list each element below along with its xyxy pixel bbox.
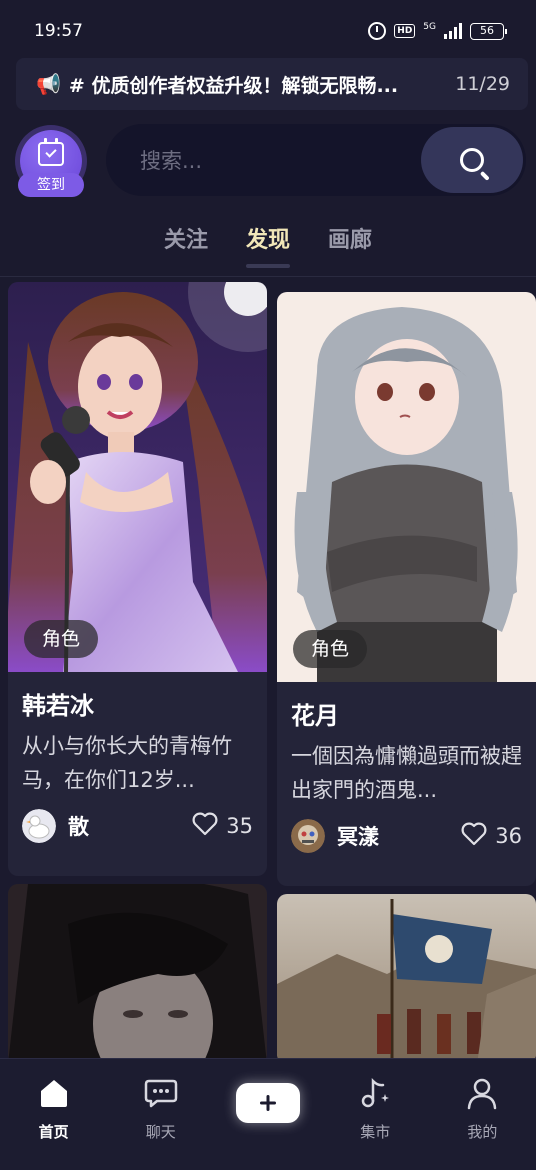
card-footer: 冥漾 36 (277, 819, 536, 853)
character-card[interactable] (8, 884, 267, 1064)
card-title: 韩若冰 (22, 692, 94, 720)
nav-market[interactable]: 集市 (322, 1059, 429, 1170)
card-image[interactable]: 角色 (8, 282, 267, 672)
announcement-banner[interactable]: 📢 # 优质创作者权益升级！解锁无限畅... 11/29 (16, 58, 528, 110)
status-bar: 19:57 HD 5G 56 (0, 0, 536, 62)
tab-divider (0, 276, 536, 277)
avatar[interactable] (22, 809, 56, 843)
search-bar[interactable]: 搜索... (106, 124, 526, 196)
music-note-icon (358, 1075, 392, 1111)
chat-icon (144, 1075, 178, 1111)
hd-badge: HD (394, 24, 416, 38)
tab-bar: 关注 发现 画廊 (0, 222, 536, 272)
card-description: 从小与你长大的青梅竹马，在你们12岁... (22, 734, 232, 792)
like-count: 36 (495, 824, 522, 848)
card-description: 一個因為慵懶過頭而被趕出家門的酒鬼... (291, 744, 522, 802)
character-card[interactable]: 角色 花月 一個因為慵懶過頭而被趕出家門的酒鬼... 冥漾 36 (277, 292, 536, 886)
singer-illustration (8, 282, 267, 672)
megaphone-icon: 📢 (36, 72, 61, 96)
role-tag: 角色 (293, 630, 368, 668)
add-button[interactable] (236, 1083, 300, 1123)
checkin-button[interactable]: 签到 (18, 130, 84, 197)
author-name[interactable]: 冥漾 (337, 821, 461, 851)
nav-create[interactable] (214, 1059, 321, 1170)
girl-illustration (277, 292, 536, 682)
search-button[interactable] (421, 127, 523, 193)
character-card[interactable]: 角色 韩若冰 从小与你长大的青梅竹马，在你们12岁... 散 35 (8, 282, 267, 876)
announcement-text: # 优质创作者权益升级！解锁无限畅... (68, 74, 399, 97)
card-image[interactable]: 角色 (277, 292, 536, 682)
card-footer: 散 35 (8, 809, 267, 843)
tab-follow[interactable]: 关注 (164, 222, 208, 266)
card-title: 花月 (291, 702, 339, 730)
battery-icon: 56 (470, 22, 507, 40)
heart-icon[interactable] (461, 822, 487, 850)
author-name[interactable]: 散 (68, 811, 192, 841)
nav-chat[interactable]: 聊天 (107, 1059, 214, 1170)
nav-profile[interactable]: 我的 (429, 1059, 536, 1170)
nav-label: 聊天 (145, 1123, 176, 1141)
alarm-icon (368, 22, 387, 40)
heart-icon[interactable] (192, 812, 218, 840)
nav-label: 集市 (360, 1123, 391, 1141)
nav-label: 我的 (467, 1123, 498, 1141)
checkin-label: 签到 (18, 173, 84, 197)
signal-icon (444, 23, 462, 39)
home-icon (37, 1075, 71, 1111)
status-time: 19:57 (34, 21, 83, 41)
search-input[interactable]: 搜索... (140, 145, 421, 175)
avatar[interactable] (291, 819, 325, 853)
like-count: 35 (226, 814, 253, 838)
card-image[interactable] (8, 884, 267, 1064)
profile-icon (465, 1075, 499, 1111)
network-label: 5G (423, 21, 436, 32)
add-icon (260, 1095, 276, 1111)
card-image[interactable] (277, 894, 536, 1064)
calendar-check-icon (38, 138, 64, 166)
search-icon (460, 148, 484, 172)
bottom-nav: 首页 聊天 集市 我的 (0, 1058, 536, 1170)
tab-gallery[interactable]: 画廊 (328, 222, 372, 266)
status-icons: HD 5G 56 (368, 21, 507, 40)
nav-home[interactable]: 首页 (0, 1059, 107, 1170)
role-tag: 角色 (24, 620, 99, 658)
character-card[interactable] (277, 894, 536, 1064)
announcement-counter: 11/29 (455, 73, 510, 95)
nav-label: 首页 (38, 1123, 69, 1141)
tab-discover[interactable]: 发现 (245, 222, 291, 268)
